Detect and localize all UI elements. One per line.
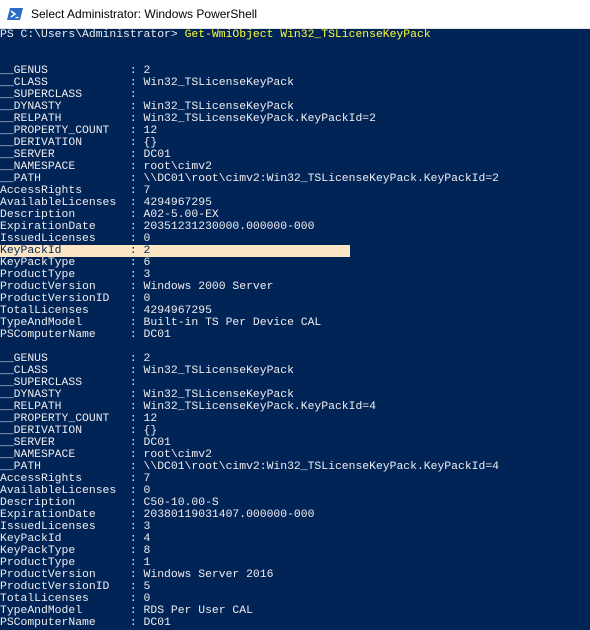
output-line: AccessRights : 7 bbox=[0, 473, 151, 485]
output-line: ProductType : 1 bbox=[0, 557, 151, 569]
output-line: __GENUS : 2 bbox=[0, 65, 151, 77]
output-line: __DYNASTY : Win32_TSLicenseKeyPack bbox=[0, 101, 294, 113]
output-line: __PATH : \\DC01\root\cimv2:Win32_TSLicen… bbox=[0, 461, 499, 473]
output-line: __NAMESPACE : root\cimv2 bbox=[0, 449, 212, 461]
output-line: AccessRights : 7 bbox=[0, 185, 151, 197]
output-line: PSComputerName : DC01 bbox=[0, 329, 171, 341]
output-line: __SERVER : DC01 bbox=[0, 437, 171, 449]
output-line: __CLASS : Win32_TSLicenseKeyPack bbox=[0, 365, 294, 377]
command-line: PS C:\Users\Administrator> Get-WmiObject… bbox=[0, 29, 590, 41]
output-line: __PROPERTY_COUNT : 12 bbox=[0, 413, 158, 425]
output-line: Description : A02-5.00-EX bbox=[0, 209, 219, 221]
output-line: ExpirationDate : 20351231230000.000000-0… bbox=[0, 221, 315, 233]
output-line: __SUPERCLASS : bbox=[0, 377, 137, 389]
output-line: PSComputerName : DC01 bbox=[0, 617, 171, 629]
console-output[interactable]: PS C:\Users\Administrator> Get-WmiObject… bbox=[0, 29, 590, 630]
output-line: TotalLicenses : 4294967295 bbox=[0, 305, 212, 317]
output-line: __SUPERCLASS : bbox=[0, 89, 137, 101]
output-line: __CLASS : Win32_TSLicenseKeyPack bbox=[0, 77, 294, 89]
window-title: Select Administrator: Windows PowerShell bbox=[31, 7, 258, 21]
output-line: __SERVER : DC01 bbox=[0, 149, 171, 161]
output-line: __DERIVATION : {} bbox=[0, 425, 158, 437]
output-line: __RELPATH : Win32_TSLicenseKeyPack.KeyPa… bbox=[0, 401, 376, 413]
powershell-window: Select Administrator: Windows PowerShell… bbox=[0, 0, 590, 630]
output-line: __DYNASTY : Win32_TSLicenseKeyPack bbox=[0, 389, 294, 401]
output-line: ProductVersion : Windows Server 2016 bbox=[0, 569, 274, 581]
output-line: __GENUS : 2 bbox=[0, 353, 151, 365]
output-line: IssuedLicenses : 0 bbox=[0, 233, 151, 245]
output-lines: __GENUS : 2 __CLASS : Win32_TSLicenseKeyP… bbox=[0, 41, 590, 629]
output-line: __PATH : \\DC01\root\cimv2:Win32_TSLicen… bbox=[0, 173, 499, 185]
output-line: Description : C50-10.00-S bbox=[0, 497, 219, 509]
output-line: TotalLicenses : 0 bbox=[0, 593, 151, 605]
command-text: Get-WmiObject Win32_TSLicenseKeyPack bbox=[184, 29, 431, 41]
output-line: __PROPERTY_COUNT : 12 bbox=[0, 125, 158, 137]
output-line: ProductVersionID : 0 bbox=[0, 293, 151, 305]
output-line: TypeAndModel : RDS Per User CAL bbox=[0, 605, 253, 617]
output-line: ExpirationDate : 20380119031407.000000-0… bbox=[0, 509, 315, 521]
output-line: KeyPackId : 4 bbox=[0, 533, 151, 545]
output-line: AvailableLicenses : 0 bbox=[0, 485, 151, 497]
output-line: KeyPackType : 8 bbox=[0, 545, 151, 557]
output-line: __RELPATH : Win32_TSLicenseKeyPack.KeyPa… bbox=[0, 113, 376, 125]
output-line: ProductType : 3 bbox=[0, 269, 151, 281]
title-bar[interactable]: Select Administrator: Windows PowerShell bbox=[0, 0, 590, 29]
output-line: __NAMESPACE : root\cimv2 bbox=[0, 161, 212, 173]
selected-output-line: KeyPackId : 2 bbox=[0, 245, 350, 257]
prompt-text: PS C:\Users\Administrator> bbox=[0, 29, 185, 41]
output-line: ProductVersion : Windows 2000 Server bbox=[0, 281, 274, 293]
output-line: AvailableLicenses : 4294967295 bbox=[0, 197, 212, 209]
output-line: ProductVersionID : 5 bbox=[0, 581, 151, 593]
output-line: __DERIVATION : {} bbox=[0, 137, 158, 149]
output-line: IssuedLicenses : 3 bbox=[0, 521, 151, 533]
output-line: TypeAndModel : Built-in TS Per Device CA… bbox=[0, 317, 322, 329]
output-line: KeyPackType : 6 bbox=[0, 257, 151, 269]
powershell-icon bbox=[7, 7, 23, 21]
